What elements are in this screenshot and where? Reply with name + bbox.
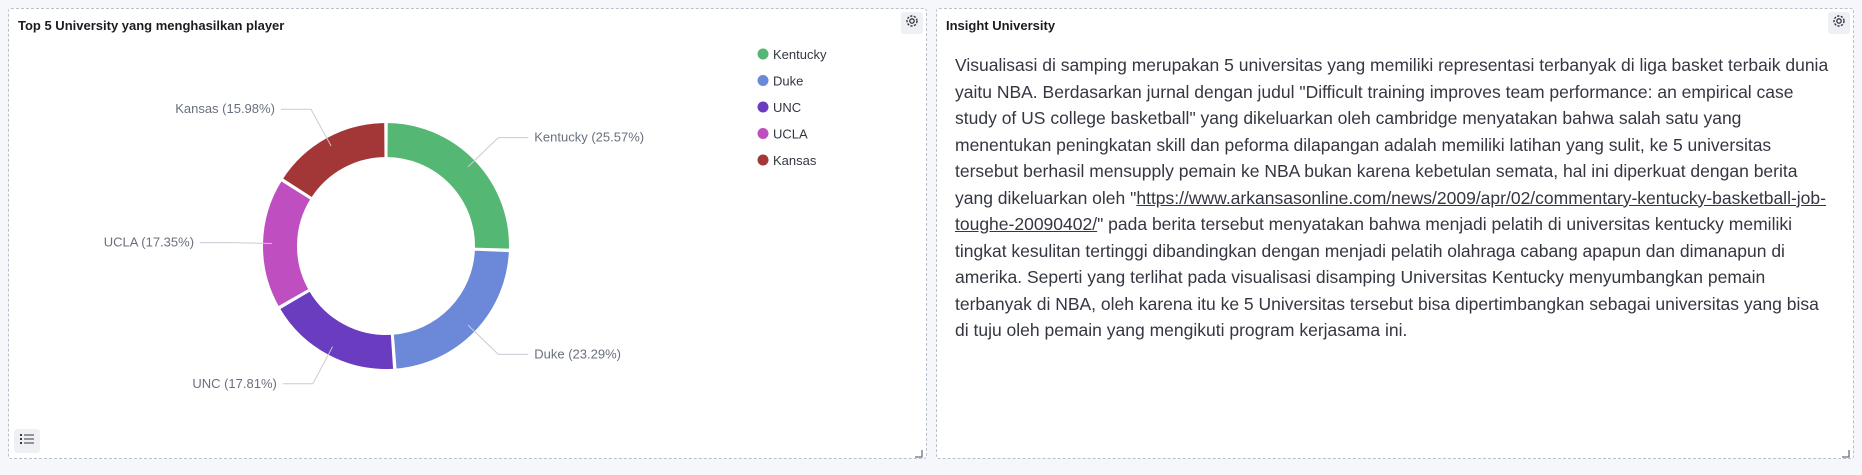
legend-label-kentucky[interactable]: Kentucky bbox=[773, 47, 827, 62]
donut-slice-kentucky[interactable] bbox=[385, 120, 511, 251]
gear-icon bbox=[1831, 13, 1847, 34]
legend-swatch-ucla[interactable] bbox=[757, 128, 769, 139]
donut-slice-unc[interactable] bbox=[277, 289, 396, 371]
resize-handle-icon[interactable] bbox=[1840, 445, 1850, 458]
insight-text-before-link: Visualisasi di samping merupakan 5 unive… bbox=[955, 55, 1829, 208]
legend-label-ucla[interactable]: UCLA bbox=[773, 127, 808, 142]
resize-handle-icon[interactable] bbox=[913, 445, 923, 458]
insight-panel: Insight University Visualisasi di sampin… bbox=[936, 8, 1854, 459]
slice-label-kentucky: Kentucky (25.57%) bbox=[534, 130, 644, 145]
donut-slice-duke[interactable] bbox=[391, 248, 511, 371]
legend-swatch-duke[interactable] bbox=[757, 75, 769, 86]
donut-chart: Kentucky (25.57%) Duke (23.29%) UNC (17.81… bbox=[104, 47, 827, 391]
panel-title: Insight University bbox=[946, 18, 1056, 33]
list-icon bbox=[20, 432, 34, 450]
slice-label-unc: UNC (17.81%) bbox=[192, 376, 277, 391]
slice-label-kansas: Kansas (15.98%) bbox=[175, 101, 275, 116]
donut-slice-kansas[interactable] bbox=[280, 120, 387, 200]
insight-paragraph: Visualisasi di samping merupakan 5 unive… bbox=[955, 52, 1835, 344]
panel-options-button[interactable] bbox=[1828, 12, 1850, 34]
legend-swatch-unc[interactable] bbox=[757, 101, 769, 113]
legend-label-unc[interactable]: UNC bbox=[773, 100, 801, 115]
legend-label-kansas[interactable]: Kansas bbox=[773, 153, 817, 168]
slice-label-ucla: UCLA (17.35%) bbox=[104, 235, 194, 250]
chart-panel: Top 5 University yang menghasilkan playe… bbox=[8, 8, 927, 459]
slice-label-duke: Duke (23.29%) bbox=[534, 346, 621, 361]
legend-label-duke[interactable]: Duke bbox=[773, 74, 803, 89]
legend-swatch-kentucky[interactable] bbox=[757, 48, 769, 60]
legend-toggle-button[interactable] bbox=[14, 429, 40, 453]
legend-swatch-kansas[interactable] bbox=[757, 154, 769, 166]
